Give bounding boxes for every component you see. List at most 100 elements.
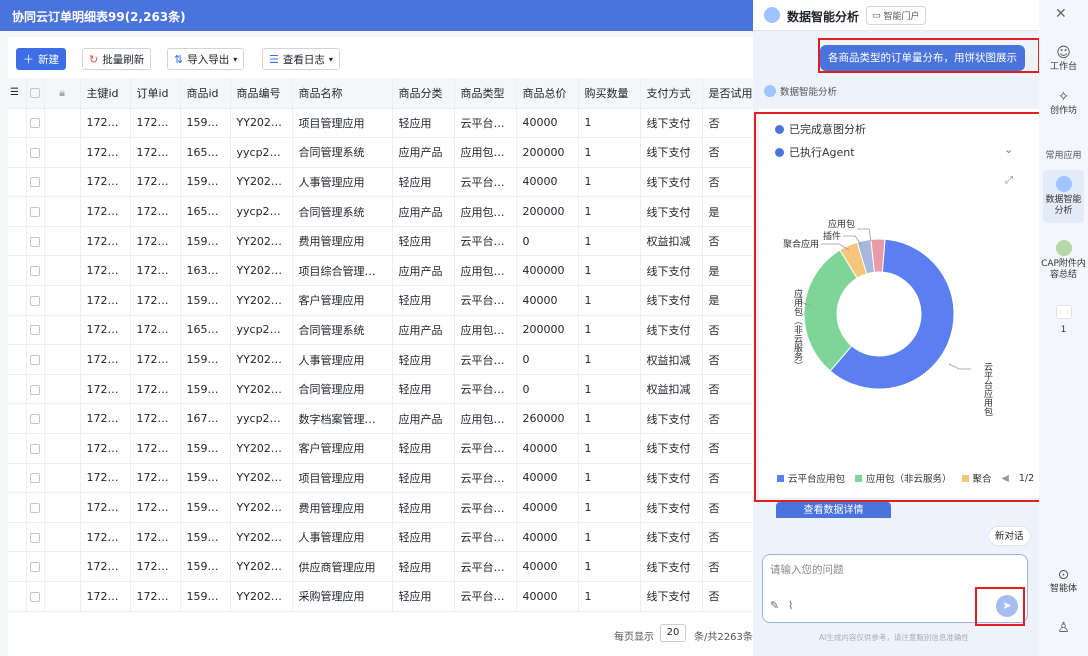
column-header[interactable]: 商品id: [180, 78, 231, 109]
select-all-checkbox[interactable]: [26, 78, 45, 109]
row-checkbox[interactable]: [26, 492, 45, 523]
table-cell: yycp20…: [230, 315, 293, 346]
agent-avatar-icon: [764, 85, 776, 97]
table-cell: 云平台…: [454, 492, 517, 523]
batch-refresh-button[interactable]: ↻ 批量刷新: [82, 48, 152, 70]
row-gutter: [8, 374, 27, 405]
new-chat-button[interactable]: 新对话: [988, 526, 1031, 546]
table-cell: 1: [578, 108, 641, 139]
rail-user[interactable]: ♙: [1039, 621, 1088, 637]
new-button[interactable]: ＋ 新建: [16, 48, 66, 70]
table-row[interactable]: 1724… 1724… 1590… YY202… 费用管理应用 轻应用 云平台… 40000 1…: [8, 492, 758, 523]
column-header[interactable]: 支付方式: [640, 78, 703, 109]
table-cell: YY202…: [230, 344, 293, 375]
row-checkbox[interactable]: [26, 344, 45, 375]
table-row[interactable]: 1724… 1724… 1590… YY202… 人事管理应用 轻应用 云平台… 0 1 权益扣减…: [8, 344, 758, 375]
column-header[interactable]: 是否试用: [702, 78, 758, 109]
row-checkbox[interactable]: [26, 167, 45, 198]
column-header[interactable]: 订单id: [130, 78, 181, 109]
row-checkbox[interactable]: [26, 315, 45, 346]
table-cell: 1590…: [180, 433, 231, 464]
rail-cap-summary[interactable]: CAP附件内容总结: [1039, 240, 1088, 281]
row-checkbox[interactable]: [26, 285, 45, 316]
table-cell: 线下支付: [640, 492, 703, 523]
ai-analysis-panel: 数据智能分析 ▭ 智能门户 各商品类型的订单量分布，用饼状图展示 数据智能分析 …: [753, 0, 1051, 656]
column-header[interactable]: 购买数量: [578, 78, 641, 109]
table-cell: 40000: [516, 522, 579, 553]
table-row[interactable]: 1724… 1724… 1590… YY202… 供应商管理应用 轻应用 云平台… 40000…: [8, 551, 758, 582]
rail-agents[interactable]: ⊙ 智能体: [1039, 568, 1088, 595]
table-cell: 1653…: [180, 315, 231, 346]
table-cell: 1: [578, 463, 641, 494]
column-header[interactable]: 主键id: [80, 78, 131, 109]
table-row[interactable]: 1724… 1724… 1653… yycp20… 合同管理系统 应用产品 应用包… 2000…: [8, 315, 758, 346]
table-cell: 1590…: [180, 551, 231, 582]
row-checkbox[interactable]: [26, 137, 45, 168]
table-cell: YY202…: [230, 108, 293, 139]
row-checkbox[interactable]: [26, 374, 45, 405]
table-cell: 1724…: [130, 374, 181, 405]
column-header[interactable]: 商品分类: [392, 78, 455, 109]
rail-data-analysis[interactable]: 数据智能分析: [1043, 170, 1084, 223]
rail-workbench[interactable]: ☺ 工作台: [1039, 46, 1088, 73]
row-checkbox[interactable]: [26, 403, 45, 435]
row-lock-cell: [44, 463, 81, 494]
row-lock-cell: [44, 196, 81, 227]
table-row[interactable]: 1725… 1725… 1634… YY2021… 项目综合管理系统 应用产品 应用包… 40…: [8, 255, 758, 287]
highlight-box: [754, 112, 1050, 502]
table-cell: 1724…: [130, 551, 181, 582]
table-cell: 线下支付: [640, 463, 703, 494]
row-checkbox[interactable]: [26, 433, 45, 464]
row-checkbox[interactable]: [26, 196, 45, 227]
column-header[interactable]: 商品类型: [454, 78, 517, 109]
table-cell: 1: [578, 196, 641, 227]
column-settings-icon[interactable]: ☰: [8, 78, 27, 109]
smart-portal-button[interactable]: ▭ 智能门户: [866, 6, 926, 25]
table-cell: 1724…: [80, 492, 131, 523]
table-row[interactable]: 1725… 1725… 1590… YY202… 费用管理应用 轻应用 云平台… 0 1 权益扣减…: [8, 226, 758, 257]
table-row[interactable]: 1724… 1724… 1590… YY202… 项目管理应用 轻应用 云平台… 40000 1…: [8, 463, 758, 494]
highlight-box: [975, 587, 1025, 626]
view-data-detail-button[interactable]: 查看数据详情: [776, 502, 891, 518]
row-checkbox[interactable]: [26, 108, 45, 139]
row-checkbox[interactable]: [26, 255, 45, 287]
table-cell: 200000: [516, 315, 579, 346]
portal-icon: ▭: [872, 10, 881, 21]
assistant-avatar-icon: [764, 7, 780, 23]
table-cell: 线下支付: [640, 167, 703, 198]
table-row[interactable]: 1724… 1724… 1590… YY202… 人事管理应用 轻应用 云平台… 40000 1…: [8, 522, 758, 553]
paperclip-icon[interactable]: ⌇: [788, 599, 793, 612]
column-header[interactable]: 商品编号: [230, 78, 293, 109]
table-row[interactable]: 1724… 1724… 1670… yycp20… 数字档案管理系统 应用产品 应用包… 26…: [8, 403, 758, 435]
question-input[interactable]: [770, 564, 1010, 576]
table-cell: 1590…: [180, 226, 231, 257]
row-checkbox[interactable]: [26, 522, 45, 553]
import-export-button[interactable]: ⇅ 导入导出 ▾: [167, 48, 245, 70]
table-row[interactable]: 1725… 1725… 1590… YY202… 人事管理应用 轻应用 云平台… 40000 1…: [8, 167, 758, 198]
row-checkbox[interactable]: [26, 226, 45, 257]
table-cell: 轻应用: [392, 551, 455, 582]
page-size-select[interactable]: 20: [660, 624, 686, 642]
table-row[interactable]: 1724… 1724… 1590… YY202… 采购管理应用 轻应用 云平台… 40000 1…: [8, 581, 758, 612]
table-row[interactable]: 1724… 1724… 1590… YY202… 客户管理应用 轻应用 云平台… 40000 1…: [8, 285, 758, 316]
table-cell: 0: [516, 226, 579, 257]
table-cell: 否: [702, 167, 758, 198]
row-checkbox[interactable]: [26, 581, 45, 612]
table-row[interactable]: 1724… 1724… 1590… YY202… 客户管理应用 轻应用 云平台… 40000 1…: [8, 433, 758, 464]
column-header[interactable]: 商品总价: [516, 78, 579, 109]
view-log-button[interactable]: ☰ 查看日志 ▾: [262, 48, 340, 70]
close-icon[interactable]: ✕: [1055, 6, 1067, 22]
table-row[interactable]: 1724… 1724… 1590… YY202… 合同管理应用 轻应用 云平台… 0 1 权益扣减…: [8, 374, 758, 405]
table-row[interactable]: 1725… 1725… 1653… yycp20… 合同管理系统 应用产品 应用包… 2000…: [8, 137, 758, 168]
table-row[interactable]: 1725… 1725… 1653… yycp20… 合同管理系统 应用产品 应用包… 2000…: [8, 196, 758, 227]
row-checkbox[interactable]: [26, 463, 45, 494]
column-header[interactable]: 商品名称: [292, 78, 393, 109]
row-gutter: [8, 196, 27, 227]
magic-wand-icon[interactable]: ✎: [770, 599, 779, 612]
row-checkbox[interactable]: [26, 551, 45, 582]
table-cell: 40000: [516, 492, 579, 523]
row-lock-cell: [44, 403, 81, 435]
table-row[interactable]: 1725… 1725… 1590… YY202… 项目管理应用 轻应用 云平台… 40000 1…: [8, 108, 758, 139]
table-cell: 是: [702, 255, 758, 287]
rail-creation[interactable]: ✧ 创作坊: [1039, 90, 1088, 117]
